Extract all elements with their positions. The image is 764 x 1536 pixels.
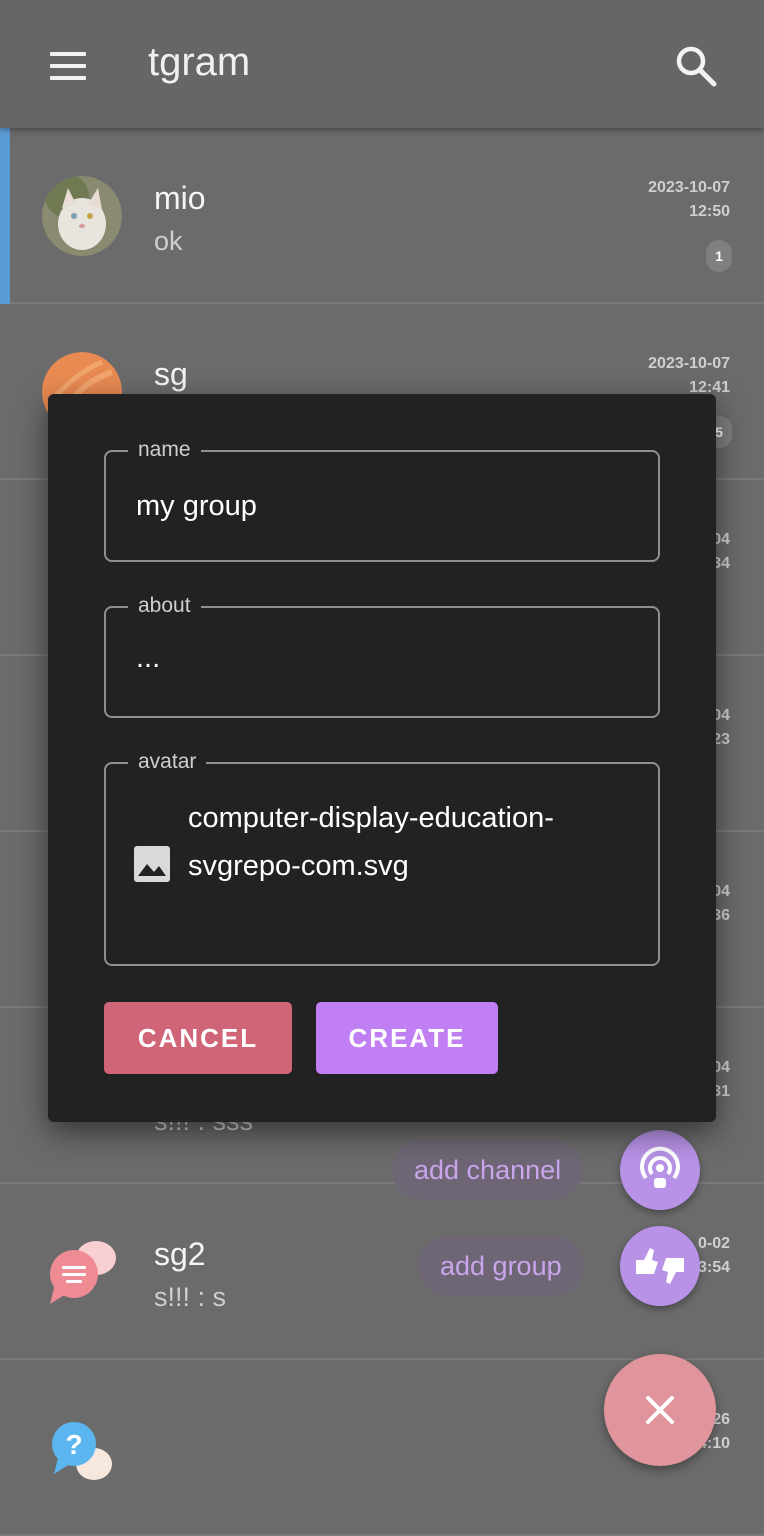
help-chat-icon: ? — [42, 1408, 122, 1488]
avatar-filename: computer-display-education-svgrepo-com.s… — [188, 802, 554, 882]
name-input[interactable]: my group — [136, 490, 257, 523]
search-icon[interactable] — [670, 40, 722, 92]
create-group-dialog: name my group about ... avatar computer-… — [48, 394, 716, 1122]
name-field[interactable]: name my group — [104, 436, 660, 562]
name-label: name — [128, 436, 201, 464]
add-channel-label[interactable]: add channel — [392, 1140, 584, 1200]
cancel-button[interactable]: CANCEL — [104, 1002, 292, 1074]
podcast-icon — [640, 1146, 680, 1188]
svg-text:?: ? — [65, 1429, 82, 1460]
close-icon — [646, 1396, 674, 1424]
add-channel-button[interactable] — [620, 1130, 700, 1210]
chat-name: sg — [154, 356, 188, 392]
add-group-button[interactable] — [620, 1226, 700, 1306]
thumbs-icon — [636, 1248, 684, 1284]
group-chat-icon — [42, 1232, 122, 1312]
add-group-label[interactable]: add group — [418, 1236, 584, 1296]
chat-item[interactable]: mio ok 2023-10-07 12:50 1 — [0, 128, 764, 304]
close-speed-dial-button[interactable] — [604, 1354, 716, 1466]
chat-timestamp: 2023-10-07 12:41 — [648, 355, 730, 396]
chat-name: mio — [154, 180, 206, 216]
avatar-field[interactable]: avatar computer-display-education-svgrep… — [104, 748, 660, 966]
about-field[interactable]: about ... — [104, 592, 660, 718]
unread-badge: 1 — [706, 240, 732, 272]
image-icon — [132, 844, 172, 884]
about-label: about — [128, 592, 201, 620]
chat-name: sg2 — [154, 1236, 206, 1272]
chat-timestamp: 0-02 3:54 — [697, 1235, 730, 1276]
create-button[interactable]: CREATE — [316, 1002, 498, 1074]
app-bar: tgram — [0, 0, 764, 128]
avatar-label: avatar — [128, 748, 207, 776]
chat-last-message: ok — [154, 226, 183, 256]
chat-last-message: s!!! : s — [154, 1282, 227, 1312]
chat-timestamp: 2023-10-07 12:50 — [648, 179, 730, 220]
app-title: tgram — [148, 40, 251, 84]
active-indicator — [0, 128, 10, 304]
about-input[interactable]: ... — [136, 642, 160, 675]
menu-icon[interactable] — [44, 42, 92, 90]
avatar — [42, 176, 122, 256]
